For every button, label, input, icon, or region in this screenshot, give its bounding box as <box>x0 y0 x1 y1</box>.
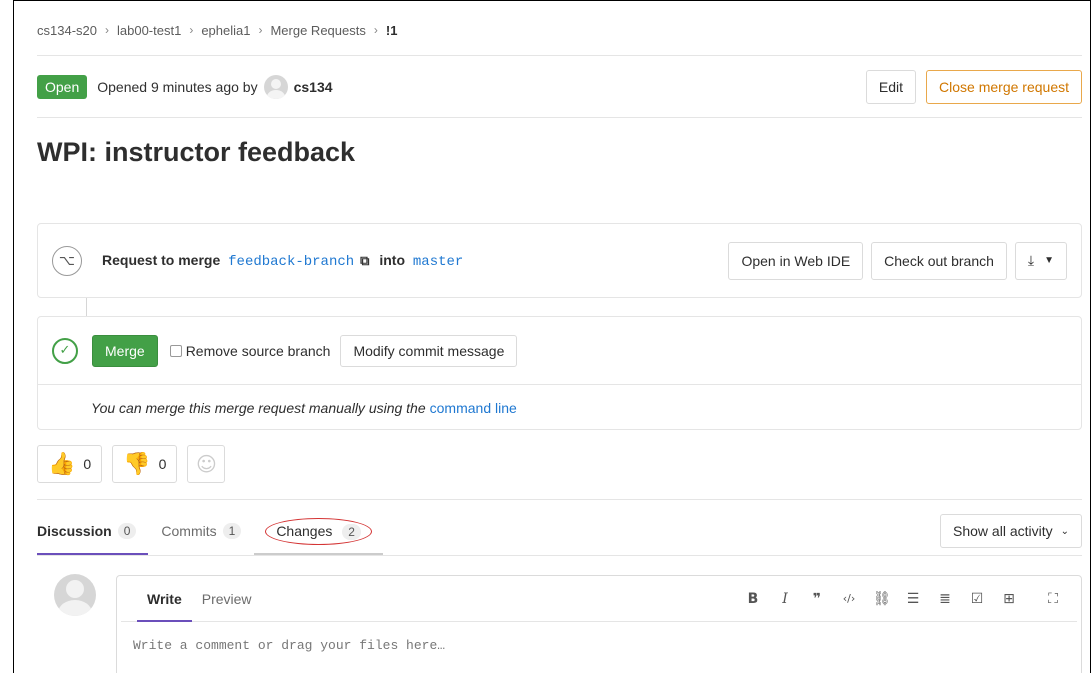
tab-discussion[interactable]: Discussion 0 <box>37 507 149 555</box>
tab-changes[interactable]: Changes 2 <box>254 507 383 555</box>
source-branch-link[interactable]: feedback-branch <box>228 254 354 270</box>
target-branch-link[interactable]: master <box>413 254 463 270</box>
check-out-branch-button[interactable]: Check out branch <box>871 241 1007 280</box>
table-icon[interactable]: ⊞ <box>1001 591 1017 607</box>
mr-tabs: Discussion 0 Commits 1 Changes 2 Show al… <box>37 507 1082 555</box>
tab-preview[interactable]: Preview <box>192 576 262 621</box>
status-badge: Open <box>37 75 88 99</box>
breadcrumb-user[interactable]: ephelia1 <box>201 23 250 38</box>
merge-request-actions: Open in Web IDE Check out branch ⤓ ▼ <box>728 241 1067 280</box>
edit-button[interactable]: Edit <box>865 70 917 104</box>
bold-icon[interactable]: B <box>745 591 761 607</box>
changes-annotation-circle: Changes 2 <box>265 517 372 545</box>
opened-text: Opened 9 minutes ago by <box>97 79 258 95</box>
thumbs-up-icon: 👍 <box>48 451 76 477</box>
comment-form: Write Preview B I ❞ ‹/› ⛓ ☰ ≣ ☑ ⊞ ⛶ Writ… <box>116 575 1082 673</box>
divider <box>37 499 1082 500</box>
breadcrumb-project[interactable]: lab00-test1 <box>117 23 181 38</box>
breadcrumb-separator: › <box>258 23 263 37</box>
tab-count: 0 <box>117 523 137 539</box>
thumbs-down-award[interactable]: 👎 0 <box>112 445 178 483</box>
page-title: WPI: instructor feedback <box>37 137 356 167</box>
add-reaction-button[interactable]: ☺ <box>187 445 226 483</box>
check-circle-icon: ✓ <box>52 337 78 364</box>
award-emoji-bar: 👍 0 👎 0 ☺ <box>37 445 1082 483</box>
into-label: into <box>379 251 406 268</box>
request-to-merge-label: Request to merge <box>102 251 221 268</box>
download-dropdown-button[interactable]: ⤓ ▼ <box>1014 241 1067 280</box>
tab-commits[interactable]: Commits 1 <box>150 507 252 555</box>
command-line-link[interactable]: command line <box>430 400 517 416</box>
page-frame: cs134-s20 › lab00-test1 › ephelia1 › Mer… <box>13 0 1091 673</box>
download-icon: ⤓ <box>1027 252 1035 269</box>
merge-request-summary: Request to merge feedback-branch ⧉ into m… <box>102 252 467 270</box>
open-web-ide-button[interactable]: Open in Web IDE <box>728 241 864 280</box>
breadcrumb: cs134-s20 › lab00-test1 › ephelia1 › Mer… <box>37 17 1082 43</box>
header-actions: Edit Close merge request <box>865 70 1082 104</box>
close-merge-request-button[interactable]: Close merge request <box>926 70 1082 104</box>
comment-textarea[interactable]: Write a comment or drag your files here… <box>117 622 1081 669</box>
numbered-list-icon[interactable]: ≣ <box>937 591 953 607</box>
manual-merge-text: You can merge this merge request manuall… <box>91 399 426 416</box>
tab-label: Commits <box>161 523 217 539</box>
author-avatar[interactable] <box>263 75 288 99</box>
show-all-activity-dropdown[interactable]: Show all activity ⌄ <box>940 514 1082 548</box>
tab-count: 2 <box>342 523 361 540</box>
task-list-icon[interactable]: ☑ <box>969 591 985 607</box>
code-icon[interactable]: ‹/› <box>841 592 857 605</box>
manual-merge-info: You can merge this merge request manuall… <box>38 385 1081 430</box>
breadcrumb-separator: › <box>104 23 109 37</box>
merge-widget: ✓ Merge Remove source branch Modify comm… <box>37 316 1082 430</box>
breadcrumb-merge-requests[interactable]: Merge Requests <box>270 23 365 38</box>
divider <box>37 117 1082 118</box>
breadcrumb-current[interactable]: !1 <box>386 23 398 38</box>
remove-source-branch-checkbox[interactable] <box>169 344 182 357</box>
merge-button[interactable]: Merge <box>92 334 158 367</box>
tab-write[interactable]: Write <box>137 576 192 622</box>
divider <box>37 55 1082 56</box>
remove-source-branch-label: Remove source branch <box>185 342 331 359</box>
merge-actions: ✓ Merge Remove source branch Modify comm… <box>38 317 1081 385</box>
copy-icon[interactable]: ⧉ <box>360 254 369 269</box>
bullet-list-icon[interactable]: ☰ <box>905 591 921 607</box>
remove-source-branch-option[interactable]: Remove source branch <box>169 342 331 359</box>
widget-connector <box>86 298 87 316</box>
chevron-down-icon: ▼ <box>1044 255 1054 266</box>
merge-request-widget-header: ⌥ Request to merge feedback-branch ⧉ into… <box>37 223 1082 298</box>
breadcrumb-separator: › <box>373 23 378 37</box>
link-icon[interactable]: ⛓ <box>873 591 891 607</box>
breadcrumb-separator: › <box>189 23 194 37</box>
tab-label: Changes <box>276 522 333 539</box>
modify-commit-message-button[interactable]: Modify commit message <box>340 334 518 367</box>
comment-toolbar: Write Preview B I ❞ ‹/› ⛓ ☰ ≣ ☑ ⊞ ⛶ <box>121 576 1077 622</box>
divider <box>37 555 1082 556</box>
mr-header: Open Opened 9 minutes ago by cs134 Edit … <box>37 67 1082 107</box>
quote-icon[interactable]: ❞ <box>809 591 825 607</box>
italic-icon[interactable]: I <box>777 591 793 607</box>
markdown-toolbar: B I ❞ ‹/› ⛓ ☰ ≣ ☑ ⊞ ⛶ <box>745 576 1061 621</box>
chevron-down-icon: ⌄ <box>1060 525 1069 537</box>
tab-count: 1 <box>222 523 242 539</box>
merge-request-icon: ⌥ <box>52 245 82 276</box>
user-avatar[interactable] <box>54 574 96 616</box>
thumbs-up-award[interactable]: 👍 0 <box>37 445 103 483</box>
thumbs-up-count: 0 <box>83 456 92 472</box>
tab-label: Discussion <box>37 523 112 539</box>
thumbs-down-count: 0 <box>158 456 167 472</box>
activity-label: Show all activity <box>953 523 1053 539</box>
breadcrumb-group[interactable]: cs134-s20 <box>37 23 97 38</box>
author-name[interactable]: cs134 <box>294 79 333 95</box>
smiley-icon: ☺ <box>195 452 217 476</box>
thumbs-down-icon: 👎 <box>123 451 151 477</box>
fullscreen-icon[interactable]: ⛶ <box>1045 591 1061 607</box>
